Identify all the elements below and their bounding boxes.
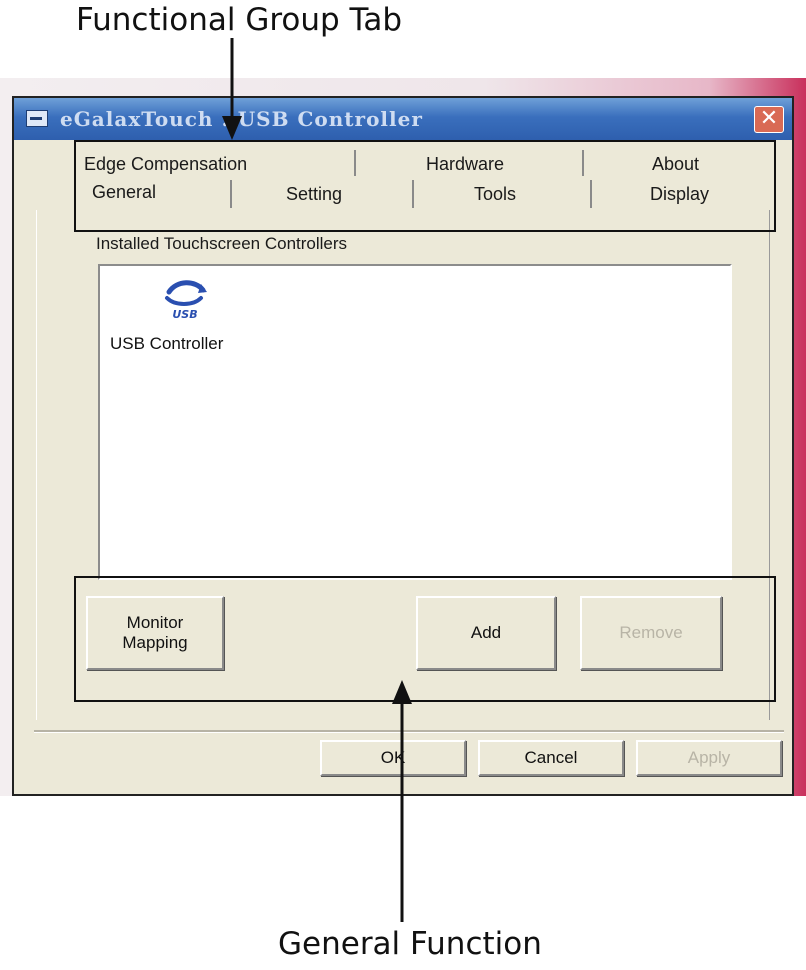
arrow-head-bottom	[392, 680, 412, 704]
annotation-arrows	[222, 38, 412, 922]
annotation-general-function: General Function	[278, 926, 542, 962]
arrow-head-top	[222, 116, 242, 140]
